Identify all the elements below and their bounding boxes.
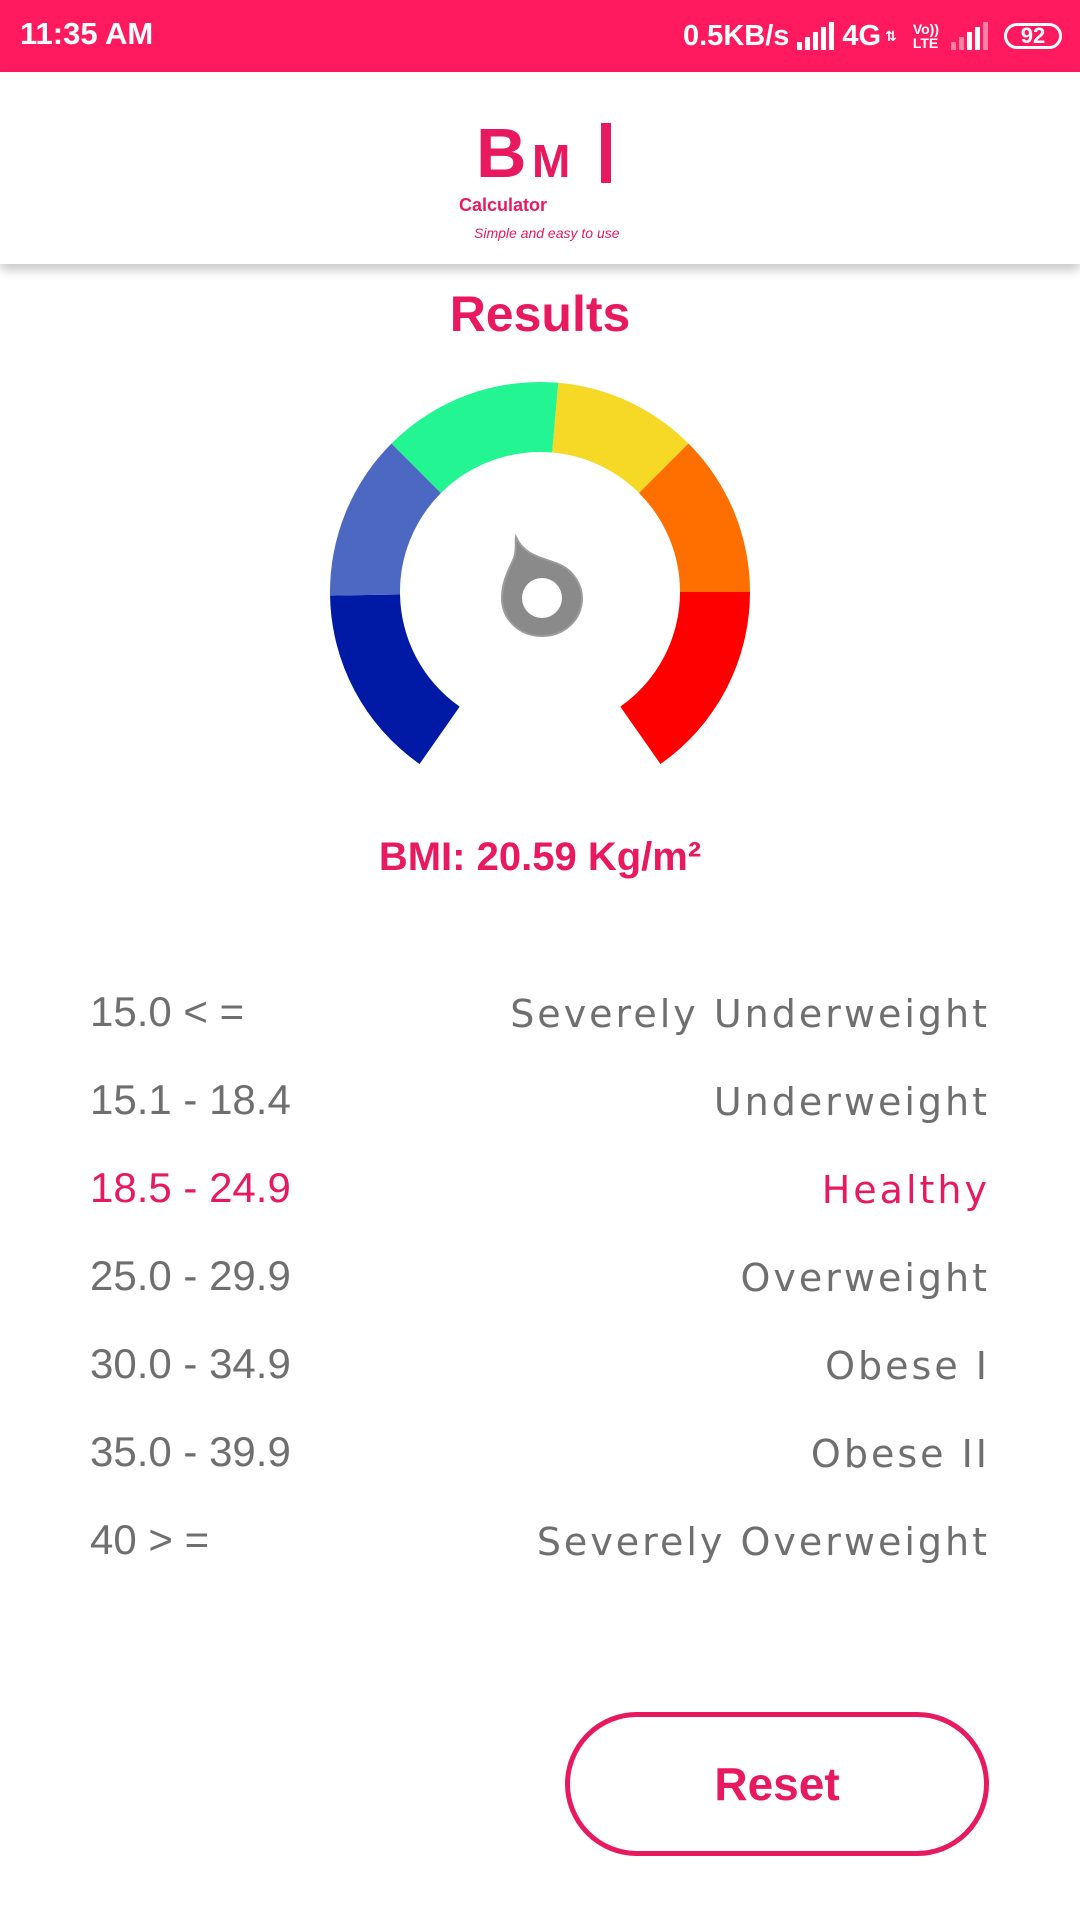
data-activity-icon: ⇅ (885, 27, 897, 44)
range-category: Severely Underweight (510, 992, 990, 1036)
logo-letter-b: B (476, 114, 527, 192)
app-logo: B M Calculator Simple and easy to use (455, 117, 635, 247)
range-value: 15.1 - 18.4 (90, 1076, 291, 1123)
range-category: Underweight (713, 1080, 990, 1124)
gauge-needle-icon (500, 533, 584, 638)
bmi-unit: Kg/m² (587, 835, 702, 879)
logo-name: Calculator (459, 195, 548, 215)
range-row-severely-underweight: 15.0 < = Severely Underweight (90, 988, 990, 1076)
range-value: 18.5 - 24.9 (90, 1164, 291, 1211)
range-category: Healthy (821, 1168, 990, 1212)
bmi-label: BMI: (378, 835, 466, 879)
range-row-severely-overweight: 40 > = Severely Overweight (90, 1516, 990, 1604)
bmi-result: BMI: 20.59 Kg/m² (0, 835, 1080, 880)
logo-tagline: Simple and easy to use (474, 225, 620, 241)
range-category: Obese II (810, 1432, 990, 1476)
volte-icon: Vo)) LTE (912, 21, 939, 51)
range-row-obese-2: 35.0 - 39.9 Obese II (90, 1428, 990, 1516)
signal-strength-icon-2 (951, 22, 988, 50)
range-row-overweight: 25.0 - 29.9 Overweight (90, 1252, 990, 1340)
logo-letter-i (601, 123, 611, 183)
battery-level: 92 (1020, 23, 1046, 48)
signal-strength-icon (797, 22, 835, 50)
range-row-obese-1: 30.0 - 34.9 Obese I (90, 1340, 990, 1428)
bmi-range-table: 15.0 < = Severely Underweight 15.1 - 18.… (90, 988, 990, 1604)
battery-icon: 92 (1004, 23, 1062, 49)
status-icons: 0.5KB/s 4G ⇅ Vo)) LTE 92 (683, 16, 1062, 56)
network-speed: 0.5KB/s (683, 19, 790, 52)
range-value: 40 > = (90, 1516, 210, 1563)
range-category: Overweight (740, 1256, 990, 1300)
range-category: Obese I (825, 1344, 990, 1388)
range-category: Severely Overweight (536, 1520, 990, 1564)
results-title: Results (449, 286, 631, 342)
range-row-healthy: 18.5 - 24.9 Healthy (90, 1164, 990, 1252)
bmi-gauge (330, 382, 750, 765)
network-type: 4G (842, 19, 882, 52)
gauge-segment-1 (330, 594, 460, 765)
range-value: 15.0 < = (90, 988, 245, 1035)
status-time: 11:35 AM (20, 16, 154, 51)
logo-letter-m: M (532, 135, 571, 187)
range-value: 35.0 - 39.9 (90, 1428, 291, 1475)
app-header: B M Calculator Simple and easy to use (0, 72, 1080, 264)
bmi-value: 20.59 (476, 835, 577, 879)
status-bar: 11:35 AM 0.5KB/s 4G ⇅ Vo)) LTE 92 (0, 0, 1080, 72)
range-value: 25.0 - 29.9 (90, 1252, 291, 1299)
range-value: 30.0 - 34.9 (90, 1340, 291, 1387)
range-row-underweight: 15.1 - 18.4 Underweight (90, 1076, 990, 1164)
reset-button[interactable]: Reset (565, 1712, 989, 1856)
gauge-segment-6 (620, 592, 750, 765)
